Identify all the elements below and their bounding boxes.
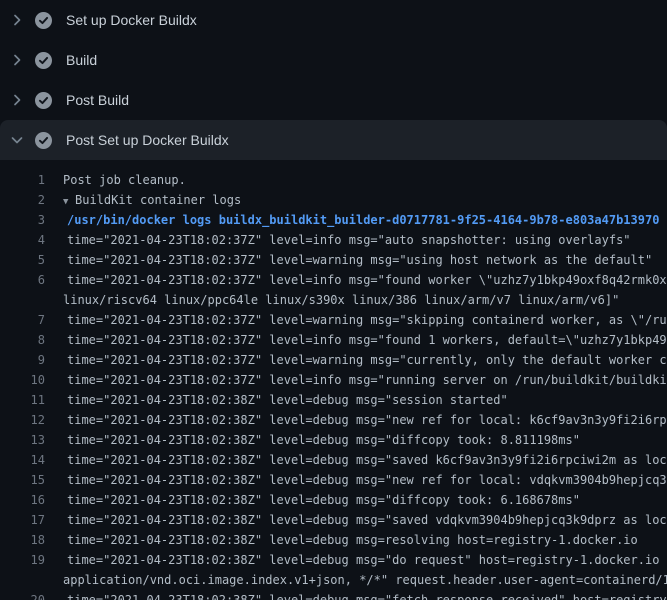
log-text: time="2021-04-23T18:02:37Z" level=info m…	[45, 230, 631, 250]
chevron-right-icon[interactable]	[9, 92, 25, 108]
step-header-post-build[interactable]: Post Build	[0, 80, 667, 120]
log-line-number[interactable]: 13	[0, 430, 45, 450]
log-line-number[interactable]: 4	[0, 230, 45, 250]
log-line: 13time="2021-04-23T18:02:38Z" level=debu…	[0, 430, 667, 450]
step-label: Build	[66, 52, 97, 68]
log-text: time="2021-04-23T18:02:37Z" level=warnin…	[45, 310, 667, 330]
log-line: 4time="2021-04-23T18:02:37Z" level=info …	[0, 230, 667, 250]
log-line: 1Post job cleanup.	[0, 170, 667, 190]
log-text: time="2021-04-23T18:02:38Z" level=debug …	[45, 550, 667, 570]
log-text: ▼BuildKit container logs	[45, 190, 241, 210]
log-line-number[interactable]: 9	[0, 350, 45, 370]
log-line-number[interactable]: 14	[0, 450, 45, 470]
step-header-post-set-up-docker-buildx[interactable]: Post Set up Docker Buildx	[0, 120, 667, 160]
log-line-number[interactable]: 5	[0, 250, 45, 270]
log-line: 7time="2021-04-23T18:02:37Z" level=warni…	[0, 310, 667, 330]
log-line: 12time="2021-04-23T18:02:38Z" level=debu…	[0, 410, 667, 430]
log-line: 8time="2021-04-23T18:02:37Z" level=info …	[0, 330, 667, 350]
log-line-number	[0, 570, 45, 590]
step-header-build[interactable]: Build	[0, 40, 667, 80]
log-line: 19time="2021-04-23T18:02:38Z" level=debu…	[0, 550, 667, 570]
log-text: time="2021-04-23T18:02:38Z" level=debug …	[45, 590, 667, 600]
check-circle-icon	[35, 52, 52, 69]
log-line: 10time="2021-04-23T18:02:37Z" level=info…	[0, 370, 667, 390]
log-line: 3/usr/bin/docker logs buildx_buildkit_bu…	[0, 210, 667, 230]
log-line-number[interactable]: 2	[0, 190, 45, 210]
log-text: time="2021-04-23T18:02:38Z" level=debug …	[45, 390, 508, 410]
step-header-set-up-docker-buildx[interactable]: Set up Docker Buildx	[0, 0, 667, 40]
log-line: 16time="2021-04-23T18:02:38Z" level=debu…	[0, 490, 667, 510]
log-line: 14time="2021-04-23T18:02:38Z" level=debu…	[0, 450, 667, 470]
check-circle-icon	[35, 12, 52, 29]
log-line: 18time="2021-04-23T18:02:38Z" level=debu…	[0, 530, 667, 550]
log-line-number[interactable]: 18	[0, 530, 45, 550]
log-line-number[interactable]: 19	[0, 550, 45, 570]
log-line: 5time="2021-04-23T18:02:37Z" level=warni…	[0, 250, 667, 270]
group-title[interactable]: BuildKit container logs	[75, 193, 241, 207]
log-line: 15time="2021-04-23T18:02:38Z" level=debu…	[0, 470, 667, 490]
chevron-right-icon[interactable]	[9, 12, 25, 28]
log-text: time="2021-04-23T18:02:37Z" level=info m…	[45, 270, 667, 290]
log-text: time="2021-04-23T18:02:37Z" level=info m…	[45, 330, 667, 350]
log-line-number[interactable]: 6	[0, 270, 45, 290]
log-text: time="2021-04-23T18:02:38Z" level=debug …	[45, 510, 667, 530]
step-label: Post Build	[66, 92, 129, 108]
log-line-number[interactable]: 15	[0, 470, 45, 490]
log-line-number[interactable]: 16	[0, 490, 45, 510]
log-line-number[interactable]: 20	[0, 590, 45, 600]
log-command-text: /usr/bin/docker logs buildx_buildkit_bui…	[45, 210, 659, 230]
log-text: application/vnd.oci.image.index.v1+json,…	[45, 570, 667, 590]
steps-list: Set up Docker Buildx Build Post Build Post …	[0, 0, 667, 160]
log-line-number[interactable]: 11	[0, 390, 45, 410]
log-text: time="2021-04-23T18:02:37Z" level=warnin…	[45, 350, 667, 370]
log-text: time="2021-04-23T18:02:38Z" level=debug …	[45, 490, 580, 510]
log-line-number[interactable]: 10	[0, 370, 45, 390]
log-text: time="2021-04-23T18:02:38Z" level=debug …	[45, 430, 580, 450]
group-collapse-marker-icon[interactable]: ▼	[63, 192, 75, 210]
log-line-number[interactable]: 12	[0, 410, 45, 430]
log-text: time="2021-04-23T18:02:38Z" level=debug …	[45, 470, 667, 490]
log-line-number[interactable]: 7	[0, 310, 45, 330]
log-line: 20time="2021-04-23T18:02:38Z" level=debu…	[0, 590, 667, 600]
log-text: time="2021-04-23T18:02:38Z" level=debug …	[45, 530, 638, 550]
check-circle-icon	[35, 92, 52, 109]
log-line: 11time="2021-04-23T18:02:38Z" level=debu…	[0, 390, 667, 410]
log-text: linux/riscv64 linux/ppc64le linux/s390x …	[45, 290, 619, 310]
log-line-number[interactable]: 3	[0, 210, 45, 230]
log-line-number[interactable]: 17	[0, 510, 45, 530]
log-line-number[interactable]: 1	[0, 170, 45, 190]
check-circle-icon	[35, 132, 52, 149]
log-text: time="2021-04-23T18:02:37Z" level=warnin…	[45, 250, 652, 270]
log-line-number	[0, 290, 45, 310]
log-line: 17time="2021-04-23T18:02:38Z" level=debu…	[0, 510, 667, 530]
step-label: Post Set up Docker Buildx	[66, 132, 229, 148]
log-text: time="2021-04-23T18:02:38Z" level=debug …	[45, 410, 667, 430]
log-text: time="2021-04-23T18:02:37Z" level=info m…	[45, 370, 667, 390]
log-line: application/vnd.oci.image.index.v1+json,…	[0, 570, 667, 590]
log-text: Post job cleanup.	[45, 170, 186, 190]
chevron-right-icon[interactable]	[9, 52, 25, 68]
log-line: 6time="2021-04-23T18:02:37Z" level=info …	[0, 270, 667, 290]
log-line-number[interactable]: 8	[0, 330, 45, 350]
log-line: linux/riscv64 linux/ppc64le linux/s390x …	[0, 290, 667, 310]
chevron-down-icon[interactable]	[9, 132, 25, 148]
log-line: 9time="2021-04-23T18:02:37Z" level=warni…	[0, 350, 667, 370]
step-label: Set up Docker Buildx	[66, 12, 197, 28]
log-area: 1Post job cleanup.2▼BuildKit container l…	[0, 160, 667, 600]
log-text: time="2021-04-23T18:02:38Z" level=debug …	[45, 450, 667, 470]
log-line: 2▼BuildKit container logs	[0, 190, 667, 210]
